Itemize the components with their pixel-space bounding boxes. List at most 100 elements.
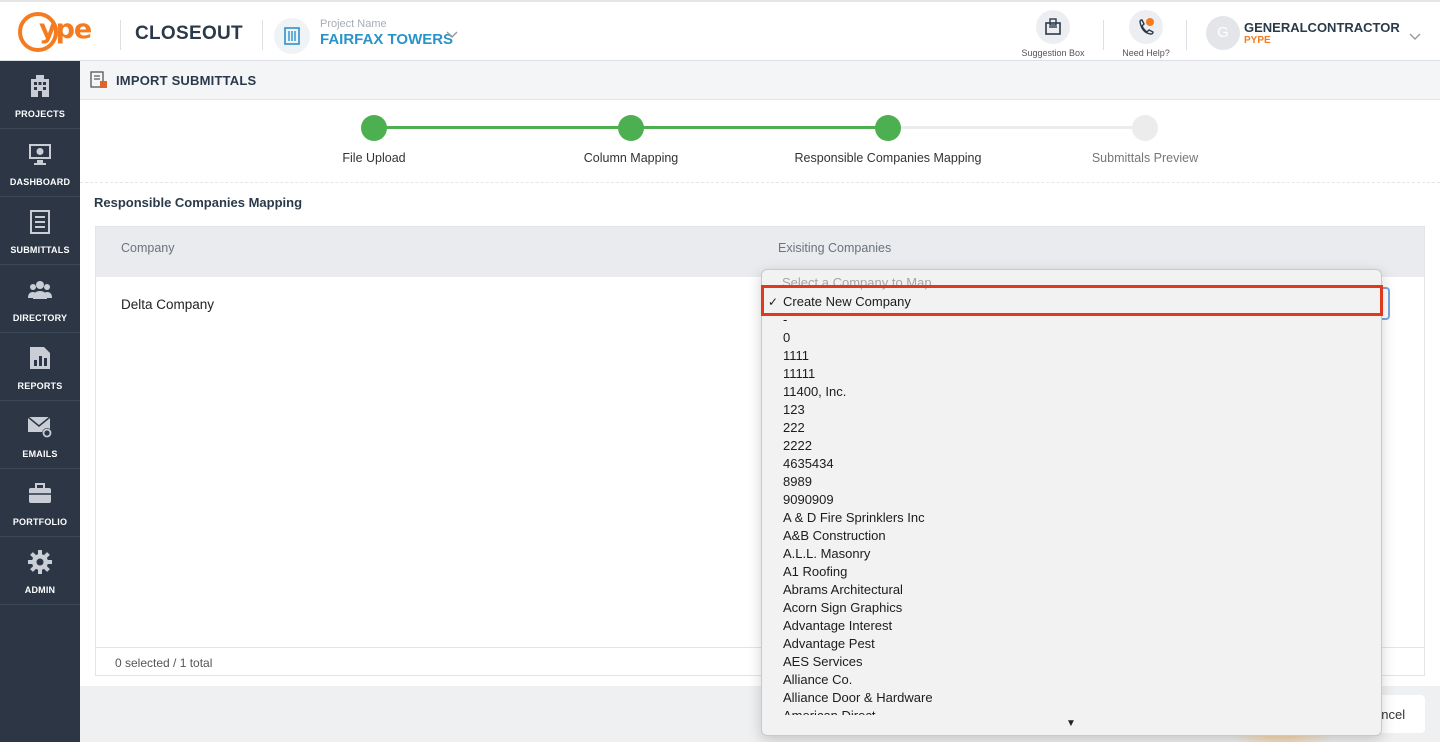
sidebar-item-label: DIRECTORY	[12, 313, 68, 323]
pype-logo[interactable]: ype	[18, 12, 110, 54]
dropdown-option[interactable]: Advantage Pest	[762, 635, 1381, 653]
sidebar-item-projects[interactable]: PROJECTS	[0, 61, 80, 129]
option-label: 11111	[783, 366, 816, 381]
dropdown-option[interactable]: A&B Construction	[762, 527, 1381, 545]
project-building-icon	[274, 18, 310, 54]
user-org: PYPE	[1244, 35, 1271, 46]
option-label: 0	[783, 330, 791, 345]
dropdown-option[interactable]: A & D Fire Sprinklers Inc	[762, 509, 1381, 527]
dropdown-option[interactable]: AES Services	[762, 653, 1381, 671]
step-dot-column-mapping[interactable]	[618, 115, 644, 141]
divider	[120, 20, 121, 50]
dropdown-option[interactable]: 0	[762, 329, 1381, 347]
step-connector	[374, 126, 631, 129]
sidebar-item-label: EMAILS	[22, 449, 58, 459]
dropdown-option[interactable]: 123	[762, 401, 1381, 419]
option-label: Abrams Architectural	[783, 582, 903, 597]
sidebar: PROJECTS DASHBOARD SUBMITTALS DIRECTORY …	[0, 61, 80, 742]
dropdown-option[interactable]: 8989	[762, 473, 1381, 491]
step-dot-companies-mapping[interactable]	[875, 115, 901, 141]
selection-count: 0 selected / 1 total	[115, 656, 213, 670]
gear-icon	[27, 549, 53, 575]
dropdown-options[interactable]: ✓ Create New Company -0 1111 11111 11400, Inc…	[762, 293, 1381, 715]
divider	[1103, 20, 1104, 50]
building-icon	[27, 73, 53, 99]
sidebar-item-directory[interactable]: DIRECTORY	[0, 265, 80, 333]
option-label: A1 Roofing	[783, 564, 848, 579]
dropdown-option[interactable]: Alliance Door & Hardware	[762, 689, 1381, 707]
dropdown-option[interactable]: 222	[762, 419, 1381, 437]
avatar[interactable]: G	[1206, 16, 1240, 50]
option-label: Alliance Door & Hardware	[783, 690, 933, 705]
chart-icon	[27, 345, 53, 371]
suggestion-box-button[interactable]: Suggestion Box	[1013, 10, 1093, 58]
dropdown-option[interactable]: 9090909	[762, 491, 1381, 509]
sidebar-item-label: DASHBOARD	[9, 177, 71, 187]
dropdown-option[interactable]: Acorn Sign Graphics	[762, 599, 1381, 617]
dropdown-option[interactable]: Alliance Co.	[762, 671, 1381, 689]
sidebar-item-submittals[interactable]: SUBMITTALS	[0, 197, 80, 265]
sidebar-item-admin[interactable]: ADMIN	[0, 537, 80, 605]
step-label: Column Mapping	[583, 151, 679, 165]
need-help-label: Need Help?	[1122, 48, 1170, 58]
option-label: 2222	[783, 438, 812, 453]
import-stepper: File Upload Column Mapping Responsible C…	[80, 100, 1440, 183]
project-selector[interactable]: FAIRFAX TOWERS	[320, 31, 453, 48]
step-label: Responsible Companies Mapping	[794, 151, 982, 165]
people-icon	[27, 277, 53, 303]
dropdown-option[interactable]: 11111	[762, 365, 1381, 383]
option-label: A&B Construction	[783, 528, 886, 543]
option-label: 4635434	[783, 456, 834, 471]
logo-text: ype	[39, 14, 92, 45]
sidebar-item-label: ADMIN	[24, 585, 56, 595]
sidebar-item-label: PORTFOLIO	[12, 517, 68, 527]
option-label: 222	[783, 420, 805, 435]
dropdown-option[interactable]: A.L.L. Masonry	[762, 545, 1381, 563]
option-label: Advantage Pest	[783, 636, 875, 651]
dropdown-option[interactable]: Advantage Interest	[762, 617, 1381, 635]
envelope-gear-icon	[27, 413, 53, 439]
sidebar-item-label: SUBMITTALS	[10, 245, 70, 255]
phone-help-icon	[1129, 10, 1163, 44]
page-title: IMPORT SUBMITTALS	[116, 73, 257, 88]
app-name: CLOSEOUT	[135, 23, 243, 44]
suggestion-box-icon	[1036, 10, 1070, 44]
divider	[262, 20, 263, 50]
scroll-down-icon[interactable]: ▼	[1066, 718, 1076, 729]
need-help-button[interactable]: Need Help?	[1106, 10, 1186, 58]
option-label: 9090909	[783, 492, 834, 507]
dropdown-option[interactable]: 1111	[762, 347, 1381, 365]
dropdown-option[interactable]: 11400, Inc.	[762, 383, 1381, 401]
option-label: Acorn Sign Graphics	[783, 600, 903, 615]
page-title-bar: IMPORT SUBMITTALS	[80, 61, 1440, 100]
step-dot-file-upload[interactable]	[361, 115, 387, 141]
sidebar-item-portfolio[interactable]: PORTFOLIO	[0, 469, 80, 537]
option-label: American Direct	[783, 708, 875, 715]
dropdown-option[interactable]: American Direct	[762, 707, 1381, 715]
option-label: 123	[783, 402, 805, 417]
dropdown-option[interactable]: 4635434	[762, 455, 1381, 473]
option-label: Alliance Co.	[783, 672, 853, 687]
table-row-company: Delta Company	[121, 297, 215, 312]
dropdown-option[interactable]: Abrams Architectural	[762, 581, 1381, 599]
sidebar-item-label: PROJECTS	[14, 109, 66, 119]
divider	[1186, 20, 1187, 50]
option-label: A.L.L. Masonry	[783, 546, 871, 561]
sidebar-item-label: REPORTS	[17, 381, 63, 391]
step-connector	[631, 126, 888, 129]
sidebar-item-dashboard[interactable]: DASHBOARD	[0, 129, 80, 197]
step-label: Submittals Preview	[1091, 151, 1199, 165]
chevron-down-icon[interactable]	[446, 26, 458, 44]
option-label: Advantage Interest	[783, 618, 893, 633]
chevron-down-icon[interactable]	[1409, 28, 1421, 46]
user-name[interactable]: GENERALCONTRACTOR	[1244, 20, 1400, 35]
company-dropdown[interactable]: Select a Company to Map ✓ Create New Comp…	[761, 269, 1382, 736]
sidebar-item-reports[interactable]: REPORTS	[0, 333, 80, 401]
sidebar-item-emails[interactable]: EMAILS	[0, 401, 80, 469]
dropdown-option[interactable]: A1 Roofing	[762, 563, 1381, 581]
dropdown-option[interactable]: 2222	[762, 437, 1381, 455]
checklist-icon	[27, 209, 53, 235]
monitor-icon	[27, 141, 53, 167]
column-header-company: Company	[121, 241, 175, 255]
step-dot-submittals-preview	[1132, 115, 1158, 141]
